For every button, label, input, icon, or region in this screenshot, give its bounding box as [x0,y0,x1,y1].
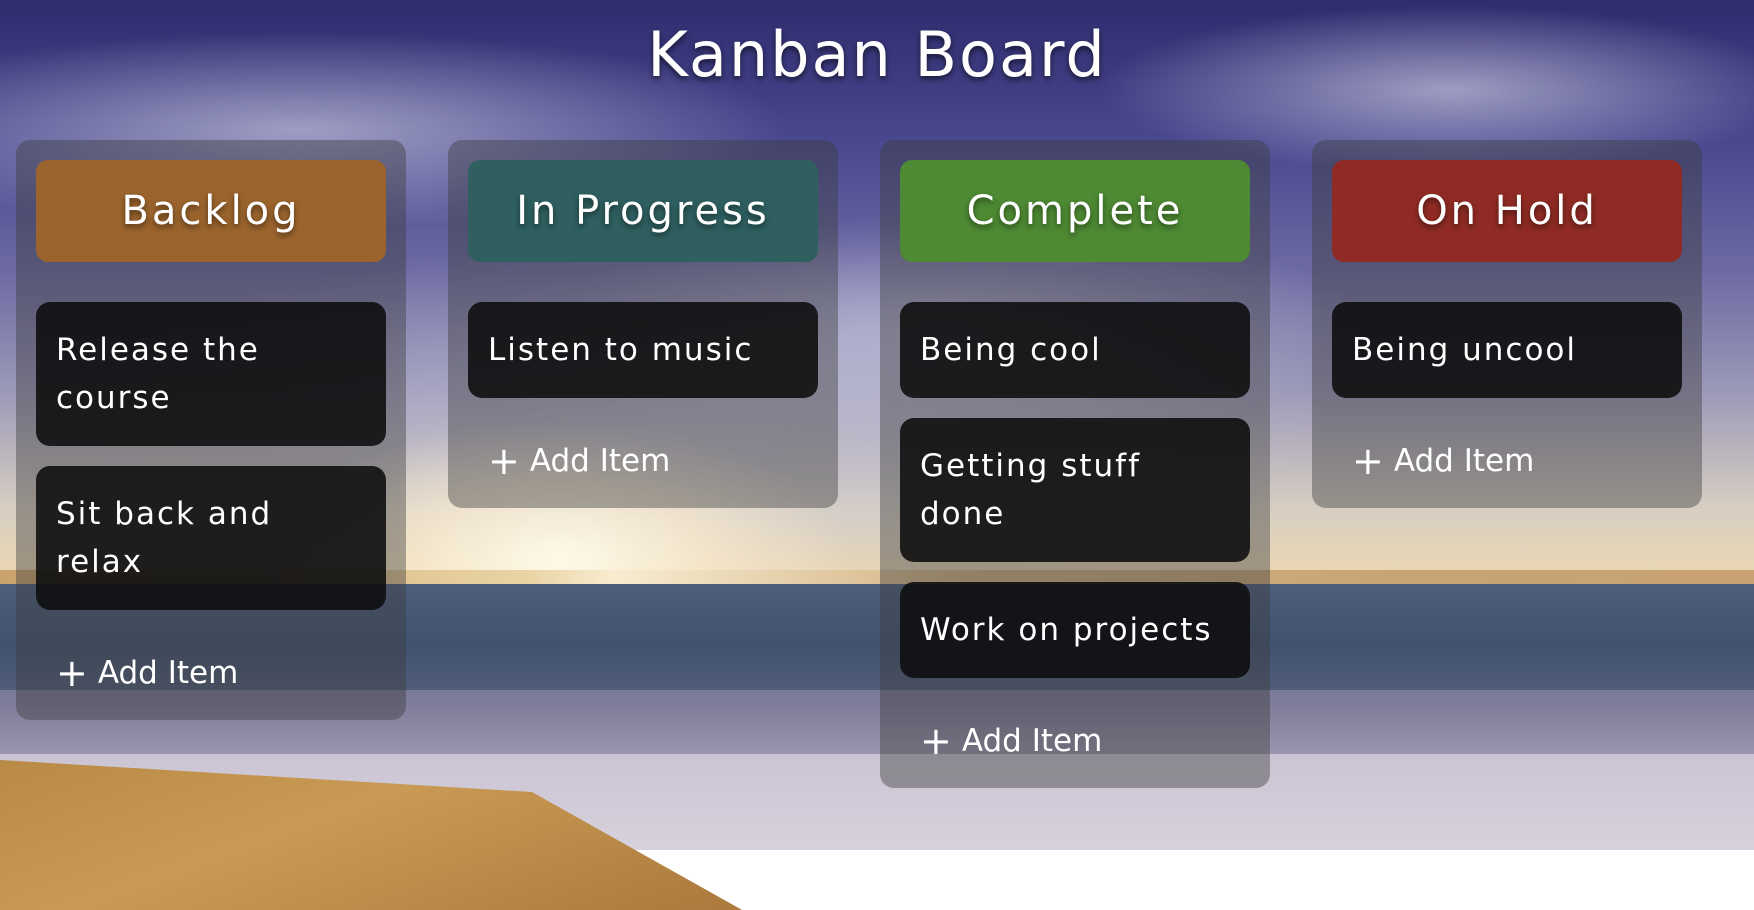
column-on-hold: On Hold Being uncool + Add Item [1312,140,1702,508]
list-item[interactable]: Being uncool [1332,302,1682,398]
column-header-complete: Complete [900,160,1250,262]
add-item-label: Add Item [1393,443,1535,479]
column-title: Backlog [121,188,301,234]
column-title: In Progress [516,188,770,234]
column-header-backlog: Backlog [36,160,386,262]
add-item-button[interactable]: + Add Item [468,442,818,480]
list-item[interactable]: Getting stuff done [900,418,1250,562]
column-in-progress: In Progress Listen to music + Add Item [448,140,838,508]
list-item[interactable]: Listen to music [468,302,818,398]
add-item-label: Add Item [97,655,239,691]
plus-icon: + [1352,439,1384,483]
column-complete: Complete Being cool Getting stuff done W… [880,140,1270,788]
kanban-board: Backlog Release the course Sit back and … [16,140,1736,900]
column-title: Complete [966,188,1184,234]
plus-icon: + [488,439,520,483]
item-list: Being cool Getting stuff done Work on pr… [900,302,1250,678]
column-header-in-progress: In Progress [468,160,818,262]
column-backlog: Backlog Release the course Sit back and … [16,140,406,720]
plus-icon: + [920,719,952,763]
list-item[interactable]: Work on projects [900,582,1250,678]
column-header-on-hold: On Hold [1332,160,1682,262]
item-list: Being uncool [1332,302,1682,398]
add-item-button[interactable]: + Add Item [1332,442,1682,480]
item-list: Listen to music [468,302,818,398]
column-title: On Hold [1416,188,1598,234]
list-item[interactable]: Release the course [36,302,386,446]
list-item[interactable]: Sit back and relax [36,466,386,610]
add-item-label: Add Item [529,443,671,479]
item-list: Release the course Sit back and relax [36,302,386,610]
add-item-button[interactable]: + Add Item [900,722,1250,760]
plus-icon: + [56,651,88,695]
list-item[interactable]: Being cool [900,302,1250,398]
add-item-button[interactable]: + Add Item [36,654,386,692]
page-title: Kanban Board [647,18,1107,91]
add-item-label: Add Item [961,723,1103,759]
